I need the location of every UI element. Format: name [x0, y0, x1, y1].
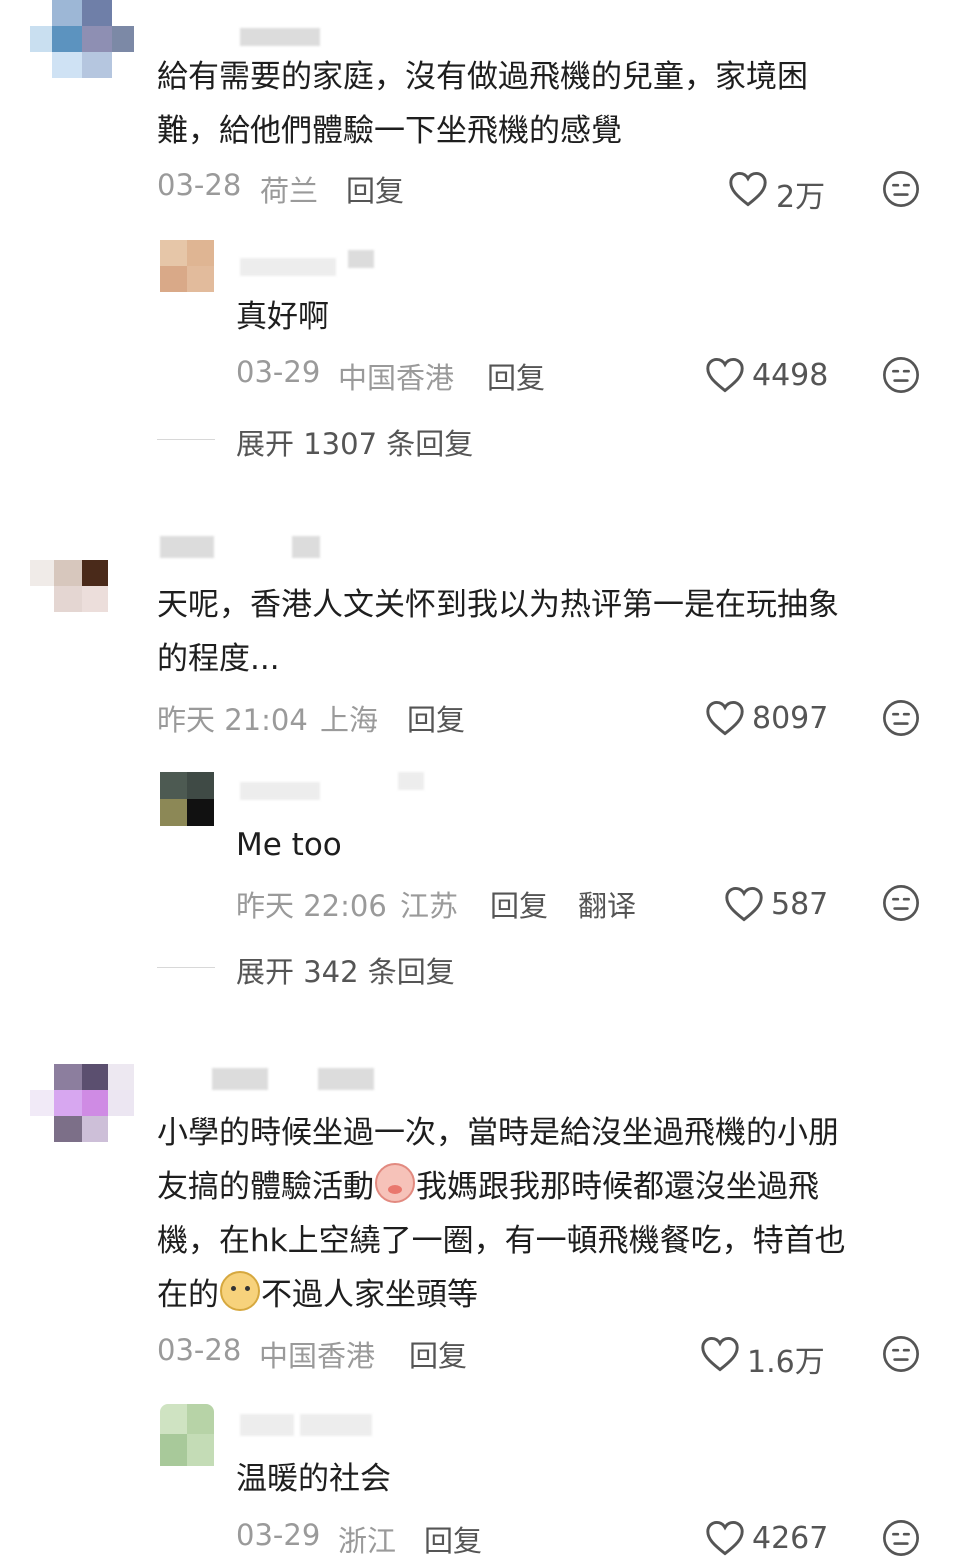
dislike-face-icon[interactable]	[882, 1519, 920, 1557]
dislike-face-icon[interactable]	[882, 1335, 920, 1373]
username-tag	[348, 250, 374, 268]
reply-date: 昨天 22:06	[236, 889, 387, 923]
reply-button[interactable]: 回复	[424, 1518, 482, 1560]
username-tag	[318, 1068, 374, 1090]
avatar[interactable]	[160, 772, 214, 826]
reply-button[interactable]: 回复	[490, 883, 548, 925]
dislike-face-icon[interactable]	[882, 170, 920, 208]
username-tag	[398, 772, 424, 790]
username[interactable]	[240, 28, 320, 46]
like-count: 4498	[752, 358, 829, 393]
reply-button[interactable]: 回复	[487, 355, 545, 397]
dislike-face-icon[interactable]	[882, 884, 920, 922]
comment-text: 小學的時候坐過一次，當時是給沒坐過飛機的小朋 友搞的體驗活動 我媽跟我那時候都還沒…	[157, 1115, 846, 1313]
comment-date: 03-28	[157, 1333, 242, 1367]
reply-button[interactable]: 回复	[407, 697, 465, 739]
reply-text: 真好啊	[236, 299, 329, 335]
expand-replies-button[interactable]: 展开 1307 条回复	[236, 421, 473, 463]
username[interactable]	[212, 1068, 268, 1090]
avatar[interactable]	[30, 1064, 134, 1146]
like-heart-icon[interactable]	[705, 357, 745, 393]
reply-date: 03-29	[236, 1518, 321, 1552]
reply-text: 温暖的社会	[236, 1461, 391, 1497]
username-tag	[292, 536, 320, 558]
dislike-face-icon[interactable]	[882, 699, 920, 737]
reply-button[interactable]: 回复	[409, 1333, 467, 1375]
expand-replies-button[interactable]: 展开 342 条回复	[236, 949, 455, 991]
avatar[interactable]	[30, 0, 134, 80]
comment-location: 荷兰	[260, 174, 319, 208]
avatar[interactable]	[160, 240, 214, 292]
comment-location: 中国香港	[259, 1339, 376, 1373]
like-count: 1.6万	[747, 1345, 825, 1380]
comment-text: 給有需要的家庭，沒有做過飛機的兒童，家境困 難，給他們體驗一下坐飛機的感覺	[157, 59, 808, 149]
like-count: 8097	[752, 701, 829, 736]
reply-text: Me too	[236, 827, 342, 863]
username[interactable]	[160, 536, 214, 558]
comment-location: 上海	[320, 703, 379, 737]
like-count: 587	[771, 887, 829, 922]
avatar[interactable]	[30, 532, 110, 614]
like-count: 2万	[776, 180, 826, 215]
like-heart-icon[interactable]	[700, 1336, 740, 1372]
avatar[interactable]	[160, 1404, 214, 1466]
dislike-face-icon[interactable]	[882, 356, 920, 394]
like-heart-icon[interactable]	[728, 171, 768, 207]
reply-location: 中国香港	[338, 361, 455, 395]
username-tag	[300, 1414, 372, 1436]
username[interactable]	[240, 258, 336, 276]
comment-date: 03-28	[157, 168, 242, 202]
expand-divider	[157, 967, 215, 968]
dog-face-emoji	[220, 1271, 260, 1311]
reply-button[interactable]: 回复	[346, 168, 404, 210]
comment-text: 天呢，香港人文关怀到我以为热评第一是在玩抽象 的程度...	[157, 587, 839, 677]
reply-location: 江苏	[400, 889, 459, 923]
like-heart-icon[interactable]	[705, 700, 745, 736]
like-heart-icon[interactable]	[724, 886, 764, 922]
expand-divider	[157, 439, 215, 440]
translate-button[interactable]: 翻译	[578, 883, 636, 925]
reply-date: 03-29	[236, 355, 321, 389]
pig-face-emoji	[375, 1163, 415, 1203]
username[interactable]	[240, 782, 320, 800]
reply-location: 浙江	[338, 1524, 397, 1558]
username[interactable]	[240, 1414, 294, 1436]
comment-date: 昨天 21:04	[157, 703, 308, 737]
